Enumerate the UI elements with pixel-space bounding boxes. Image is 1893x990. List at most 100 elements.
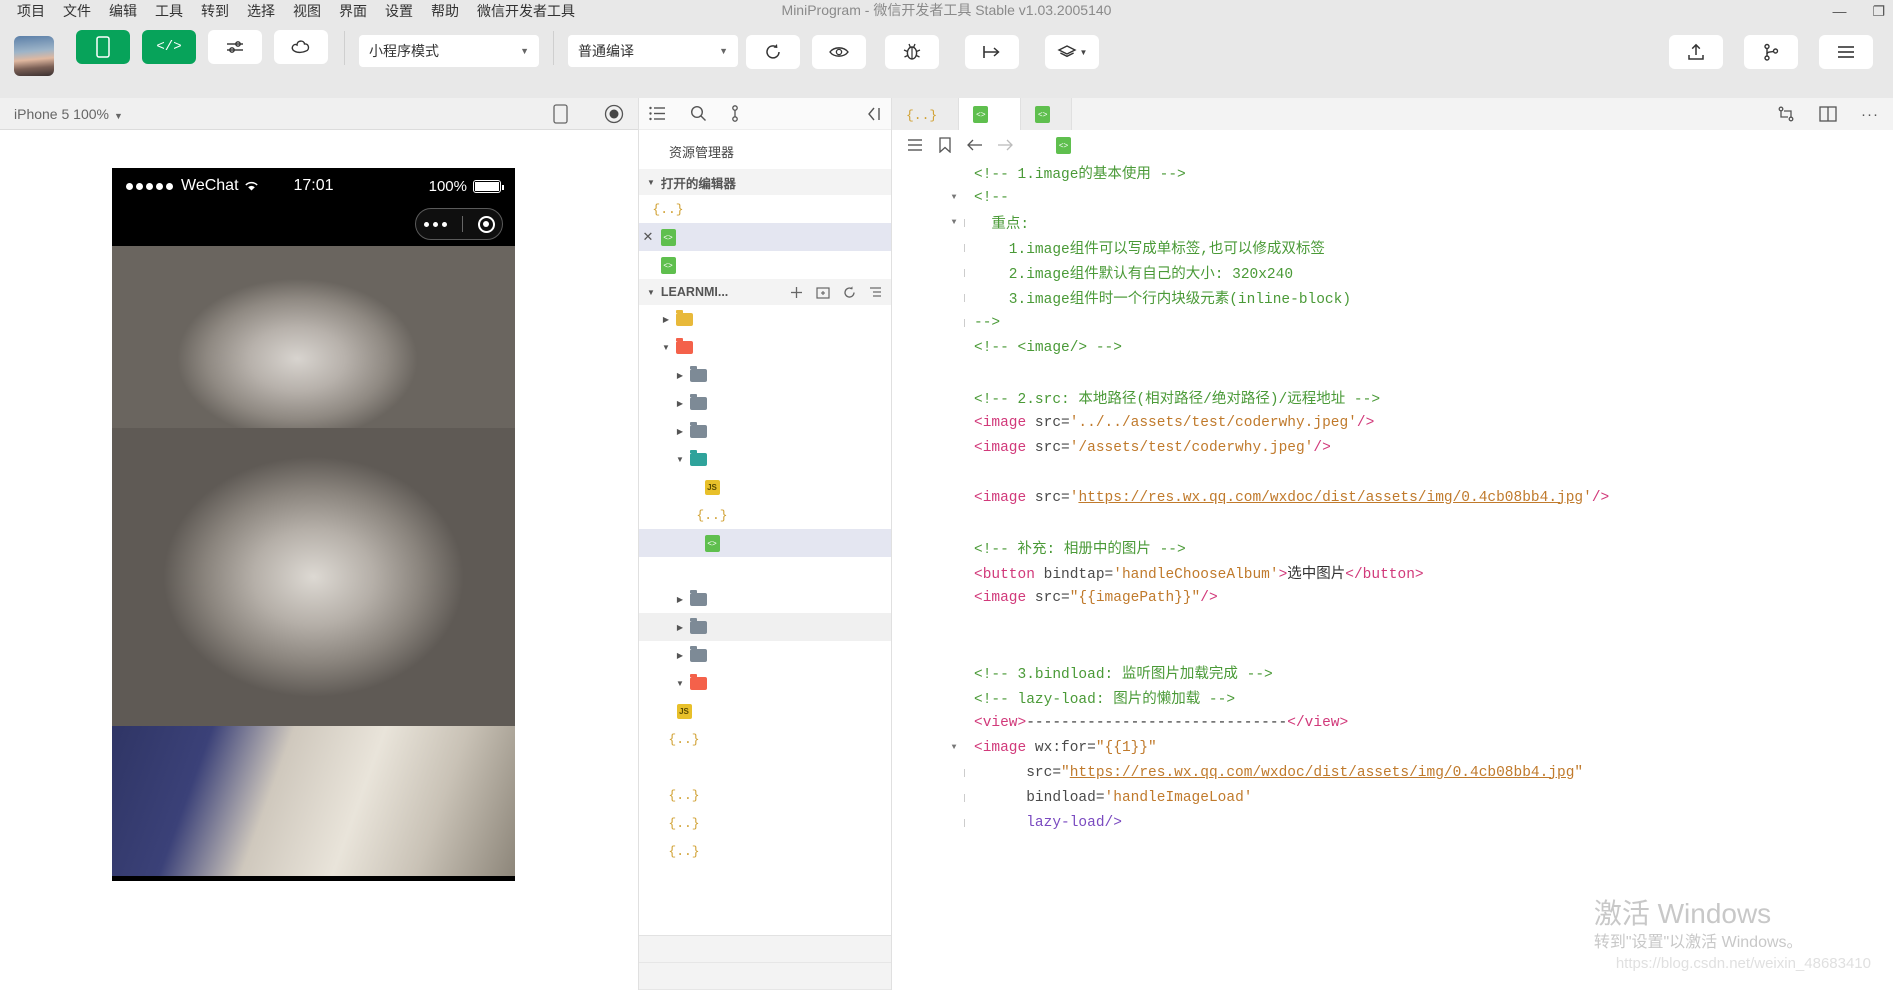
tree-item[interactable]: ㄃	[639, 753, 891, 781]
tree-item[interactable]: ▶	[639, 585, 891, 613]
menu-item-8[interactable]: 设置	[376, 0, 422, 22]
fold-toggle-icon[interactable]: ▼	[946, 193, 962, 202]
menu-item-7[interactable]: 界面	[330, 0, 376, 22]
toolbar-button-清缓存[interactable]: ▼	[1036, 35, 1108, 74]
tree-item[interactable]: ▶	[639, 417, 891, 445]
device-select[interactable]: iPhone 5 100% ▼	[14, 106, 123, 122]
tree-item[interactable]: ▼	[639, 333, 891, 361]
tree-item[interactable]: {..}	[639, 837, 891, 865]
tree-item[interactable]: ▶	[639, 361, 891, 389]
menu-item-6[interactable]: 视图	[284, 0, 330, 22]
code-area[interactable]: <!-- 1.image的基本使用 --> ▼ <!-- ▼ 重点: 1.ima…	[892, 160, 1893, 990]
tree-item[interactable]: JS	[639, 473, 891, 501]
back-arrow-icon[interactable]	[960, 138, 990, 152]
phone-icon[interactable]	[76, 30, 130, 64]
toolbar-button-上传[interactable]	[1667, 35, 1725, 74]
tree-item[interactable]: {..}	[639, 501, 891, 529]
toolbar-button-预览[interactable]	[810, 35, 868, 74]
branch-icon[interactable]	[1744, 35, 1798, 69]
tree-item[interactable]: ㄃	[639, 557, 891, 585]
menu-item-2[interactable]: 编辑	[100, 0, 146, 22]
avatar[interactable]	[14, 36, 54, 76]
chevron-right-icon[interactable]: ▶	[673, 399, 687, 408]
collapse-all-icon[interactable]	[869, 286, 883, 299]
tree-item[interactable]: {..}	[639, 781, 891, 809]
toolbar-button-真机调试[interactable]	[876, 35, 948, 74]
outline-icon[interactable]	[900, 138, 930, 152]
layers-icon[interactable]: ▼	[1045, 35, 1099, 69]
more-icon[interactable]	[424, 222, 447, 227]
chevron-right-icon[interactable]: ▶	[673, 651, 687, 660]
toolbar-button-版本管理[interactable]	[1735, 35, 1807, 74]
chevron-right-icon[interactable]: ▶	[659, 315, 673, 324]
chevron-right-icon[interactable]: ▶	[673, 595, 687, 604]
tree-item[interactable]: ▶	[639, 641, 891, 669]
editor-tab[interactable]: <>	[959, 98, 1021, 130]
bookmark-icon[interactable]	[930, 137, 960, 153]
toolbar-button-云开发[interactable]	[272, 30, 330, 69]
tree-item[interactable]: {..}	[639, 725, 891, 753]
toolbar-button-编辑器[interactable]: </>	[140, 30, 198, 69]
mode-select[interactable]: 小程序模式 ▼	[359, 35, 539, 67]
search-icon[interactable]	[690, 105, 707, 122]
compile-select[interactable]: 普通编译 ▼	[568, 35, 738, 67]
toolbar-button-调试器[interactable]	[206, 30, 264, 69]
chevron-down-icon[interactable]: ▼	[659, 343, 673, 352]
bug-icon[interactable]	[885, 35, 939, 69]
upload-icon[interactable]	[1669, 35, 1723, 69]
chevron-right-icon[interactable]: ▶	[673, 623, 687, 632]
chevron-right-icon[interactable]: ▶	[673, 371, 687, 380]
capsule-menu[interactable]	[415, 208, 503, 240]
explorer-section-时间线[interactable]	[639, 963, 891, 990]
tree-item[interactable]: {..}	[639, 809, 891, 837]
maximize-icon[interactable]: ❐	[1872, 3, 1885, 20]
open-editors-header[interactable]: ▼ 打开的编辑器	[639, 169, 891, 195]
device-rotate-icon[interactable]	[553, 104, 568, 124]
cloud-icon[interactable]	[274, 30, 328, 64]
toolbar-button-模拟器[interactable]	[74, 30, 132, 69]
menu-item-10[interactable]: 微信开发者工具	[468, 0, 584, 22]
fold-toggle-icon[interactable]: ▼	[946, 218, 962, 227]
close-capsule-icon[interactable]	[478, 216, 495, 233]
menu-icon[interactable]	[1819, 35, 1873, 69]
menu-item-3[interactable]: 工具	[146, 0, 192, 22]
toolbar-button-编译[interactable]	[744, 35, 802, 74]
tree-item[interactable]: JS	[639, 697, 891, 725]
minimize-icon[interactable]: —	[1832, 3, 1846, 19]
tree-item[interactable]: <>	[639, 529, 891, 557]
chevron-down-icon[interactable]: ▼	[673, 679, 687, 688]
record-icon[interactable]	[604, 104, 624, 124]
split-editor-icon[interactable]	[1819, 106, 1837, 122]
collapse-icon[interactable]	[865, 107, 881, 121]
sliders-icon[interactable]	[208, 30, 262, 64]
menu-item-0[interactable]: 项目	[8, 0, 54, 22]
more-icon[interactable]: ···	[1861, 106, 1879, 123]
toolbar-button-详情[interactable]	[1817, 35, 1875, 74]
editor-tab[interactable]: {..}	[892, 98, 959, 130]
close-icon[interactable]: ✕	[639, 229, 657, 245]
menu-item-4[interactable]: 转到	[192, 0, 238, 22]
menu-item-9[interactable]: 帮助	[422, 0, 468, 22]
new-folder-icon[interactable]	[816, 286, 830, 299]
fold-toggle-icon[interactable]: ▼	[946, 743, 962, 752]
open-editor-item[interactable]: ✕ <>	[639, 223, 891, 251]
menu-item-5[interactable]: 选择	[238, 0, 284, 22]
background-icon[interactable]	[965, 35, 1019, 69]
tree-item[interactable]: ▶	[639, 389, 891, 417]
refresh-icon[interactable]	[746, 35, 800, 69]
explorer-icon[interactable]	[649, 106, 666, 121]
project-header[interactable]: ▼ LEARNMI...	[639, 279, 891, 305]
chevron-down-icon[interactable]: ▼	[673, 455, 687, 464]
eye-icon[interactable]	[812, 35, 866, 69]
tree-item[interactable]: ▶	[639, 613, 891, 641]
forward-arrow-icon[interactable]	[990, 138, 1020, 152]
split-flow-icon[interactable]	[1777, 105, 1795, 123]
chevron-right-icon[interactable]: ▶	[673, 427, 687, 436]
code-icon[interactable]: </>	[142, 30, 196, 64]
tree-item[interactable]: ▼	[639, 669, 891, 697]
editor-tab[interactable]: <>	[1021, 98, 1072, 130]
tree-item[interactable]: ▼	[639, 445, 891, 473]
menu-item-1[interactable]: 文件	[54, 0, 100, 22]
source-control-icon[interactable]	[731, 105, 746, 122]
refresh-icon[interactable]	[843, 286, 856, 299]
